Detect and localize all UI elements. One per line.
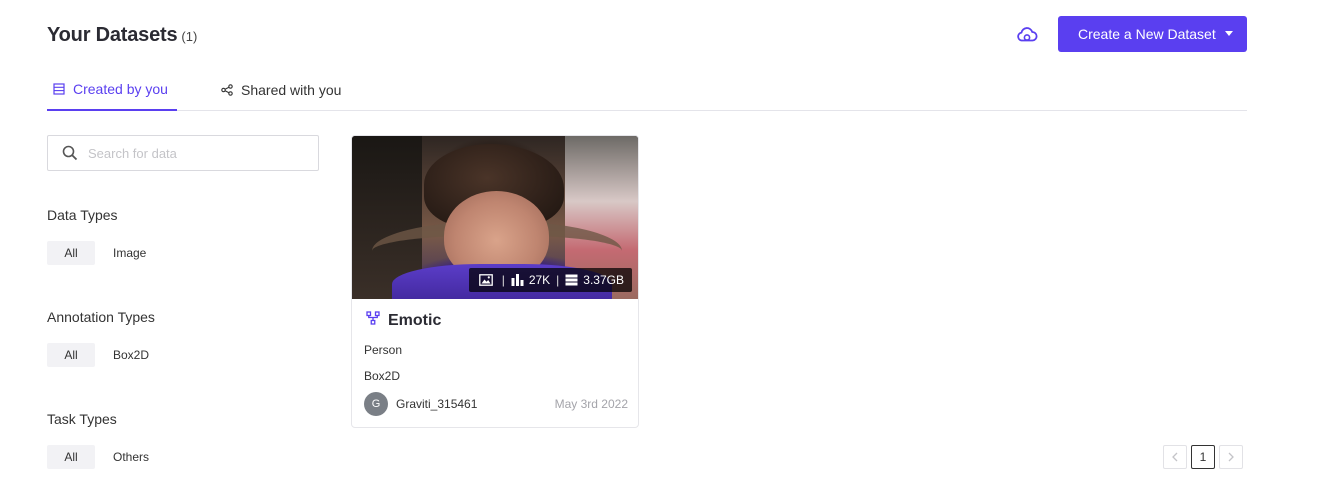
create-dataset-button[interactable]: Create a New Dataset <box>1058 16 1247 52</box>
tab-label: Created by you <box>73 80 168 97</box>
avatar: G <box>364 392 388 416</box>
dataset-thumbnail: | 27K | 3.37GB <box>352 136 638 299</box>
filter-task-types-all[interactable]: All <box>47 445 95 469</box>
list-icon <box>53 82 65 95</box>
filter-annotation-types-box2d[interactable]: Box2D <box>113 343 149 367</box>
chevron-left-icon <box>1172 452 1178 462</box>
tab-bar: Created by you Shared with you <box>47 68 1247 111</box>
filter-annotation-types-all[interactable]: All <box>47 343 95 367</box>
filter-task-types-others[interactable]: Others <box>113 445 149 469</box>
filter-title-annotation-types: Annotation Types <box>47 309 155 325</box>
tab-shared-with-you[interactable]: Shared with you <box>221 68 341 111</box>
owner-name: Graviti_315461 <box>396 397 478 411</box>
cloud-icon <box>1017 27 1038 42</box>
bar-chart-icon <box>511 274 524 286</box>
dataset-date: May 3rd 2022 <box>554 397 628 411</box>
search-icon <box>62 145 78 161</box>
filter-title-data-types: Data Types <box>47 207 118 223</box>
dataset-title-row: Emotic <box>366 311 441 330</box>
page-title: Your Datasets <box>47 24 178 46</box>
search-input[interactable] <box>88 145 298 161</box>
tab-created-by-you[interactable]: Created by you <box>47 68 177 111</box>
page-number-button[interactable]: 1 <box>1191 445 1215 469</box>
dataset-name[interactable]: Emotic <box>388 312 441 330</box>
dataset-annotation-type: Box2D <box>364 369 401 383</box>
chevron-right-icon <box>1228 452 1234 462</box>
search-box <box>47 135 319 171</box>
storage-icon <box>565 274 578 286</box>
fork-icon <box>366 311 380 330</box>
share-icon <box>221 83 233 96</box>
dataset-stats-badge: | 27K | 3.37GB <box>468 268 632 292</box>
tab-label: Shared with you <box>241 81 342 98</box>
cloud-sync-button[interactable] <box>1015 24 1039 46</box>
dataset-count: (1) <box>181 29 198 44</box>
dataset-count-stat: 27K <box>528 273 551 287</box>
prev-page-button[interactable] <box>1163 445 1187 469</box>
dataset-category: Person <box>364 343 403 357</box>
filter-title-task-types: Task Types <box>47 411 117 427</box>
filter-data-types-all[interactable]: All <box>47 241 95 265</box>
dataset-owner-row: G Graviti_315461 May 3rd 2022 <box>364 392 628 416</box>
caret-down-icon[interactable] <box>1225 31 1233 36</box>
filter-data-types-image[interactable]: Image <box>113 241 146 265</box>
next-page-button[interactable] <box>1219 445 1243 469</box>
dataset-card[interactable]: | 27K | 3.37GB Emotic Person Box2D G Gra… <box>351 135 639 428</box>
image-icon <box>478 274 493 286</box>
page-title-wrap: Your Datasets (1) <box>47 24 197 47</box>
create-dataset-label: Create a New Dataset <box>1078 26 1216 42</box>
dataset-size-stat: 3.37GB <box>583 273 624 287</box>
